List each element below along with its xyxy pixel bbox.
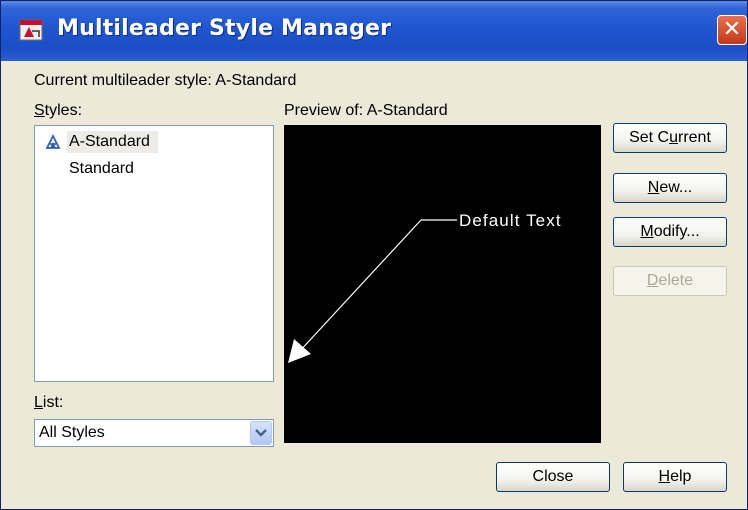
list-filter-select[interactable]: All Styles: [34, 419, 274, 447]
set-current-button[interactable]: Set Current: [613, 123, 727, 153]
style-item-standard[interactable]: Standard: [35, 158, 273, 180]
preview-label: Preview of: A-Standard: [284, 102, 448, 119]
annotative-icon: [45, 134, 61, 149]
delete-button[interactable]: Delete: [613, 266, 727, 296]
leader-preview-drawing: Default Text: [288, 211, 562, 363]
title-bar[interactable]: Multileader Style Manager ✕: [1, 1, 747, 61]
styles-label: Styles:: [34, 102, 83, 119]
window-title: Multileader Style Manager: [57, 16, 392, 41]
list-label: List:: [34, 394, 64, 411]
modify-button[interactable]: Modify...: [613, 217, 727, 247]
list-filter-value: All Styles: [39, 424, 105, 441]
close-button[interactable]: Close: [496, 462, 610, 492]
multileader-style-manager-dialog: Multileader Style Manager ✕ Current mult…: [0, 0, 748, 510]
autocad-icon: [19, 19, 43, 41]
chevron-down-icon: [255, 429, 267, 437]
style-preview: Default Text: [284, 125, 601, 443]
current-style-label: Current multileader style: A-Standard: [34, 72, 297, 89]
style-item-label: Standard: [69, 160, 134, 177]
style-item-a-standard[interactable]: A-Standard: [35, 131, 273, 153]
dropdown-button[interactable]: [250, 421, 272, 445]
styles-list[interactable]: A-Standard Standard: [34, 125, 274, 382]
help-button[interactable]: Help: [623, 462, 727, 492]
preview-sample-text: Default Text: [459, 211, 562, 230]
leader-line: [297, 219, 422, 354]
style-item-label: A-Standard: [67, 131, 158, 153]
new-button[interactable]: New...: [613, 173, 727, 203]
close-window-icon[interactable]: ✕: [717, 15, 747, 45]
